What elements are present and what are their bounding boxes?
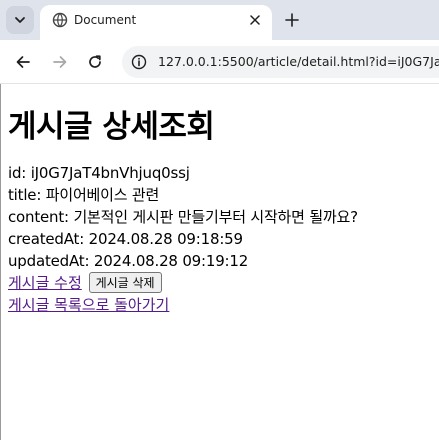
article-fields: id: iJ0G7JaT4bnVhjuq0ssj title: 파이어베이스 관… [8,162,436,272]
field-value: 파이어베이스 관련 [45,186,160,204]
window-edge [0,84,1,440]
back-to-list-link[interactable]: 게시글 목록으로 돌아가기 [8,296,169,314]
globe-icon [52,12,68,28]
field-value: 2024.08.28 09:19:12 [93,252,249,270]
tab-strip: Document [0,0,439,40]
field-value: iJ0G7JaT4bnVhjuq0ssj [30,164,190,182]
address-bar[interactable]: 127.0.0.1:5500/article/detail.html?id=iJ… [122,46,439,78]
tab-title: Document [74,13,137,27]
new-tab-button[interactable] [280,8,304,32]
close-icon[interactable] [246,11,264,29]
field-title: title: 파이어베이스 관련 [8,184,436,206]
field-label: id: [8,164,31,182]
delete-article-button[interactable]: 게시글 삭제 [88,272,162,293]
page-title: 게시글 상세조회 [8,109,215,145]
back-button[interactable] [11,50,35,74]
field-value: 기본적인 게시판 만들기부터 시작하면 될까요? [73,208,358,226]
info-icon[interactable] [128,51,150,73]
browser-tab[interactable]: Document [40,5,272,40]
chevron-down-icon[interactable] [6,6,34,34]
edit-article-link[interactable]: 게시글 수정 [8,274,82,292]
browser-window: Document 127.0.0.1:5500/article/detail.h… [0,0,439,440]
field-created-at: createdAt: 2024.08.28 09:18:59 [8,228,436,250]
back-to-list-row: 게시글 목록으로 돌아가기 [8,294,436,316]
forward-button[interactable] [48,50,72,74]
page-content: 게시글 상세조회 id: iJ0G7JaT4bnVhjuq0ssj title:… [8,84,436,316]
url-text: 127.0.0.1:5500/article/detail.html?id=iJ… [158,54,439,69]
article-actions: 게시글 수정 게시글 삭제 [8,272,436,294]
reload-icon [89,55,101,68]
plus-icon [285,13,299,27]
arrow-left-icon [16,56,30,68]
field-content: content: 기본적인 게시판 만들기부터 시작하면 될까요? [8,206,436,228]
browser-toolbar: 127.0.0.1:5500/article/detail.html?id=iJ… [0,40,439,84]
field-label: updatedAt: [8,252,94,270]
field-id: id: iJ0G7JaT4bnVhjuq0ssj [8,162,436,184]
field-value: 2024.08.28 09:18:59 [88,230,243,248]
field-label: content: [8,208,74,226]
field-updated-at: updatedAt: 2024.08.28 09:19:12 [8,250,436,272]
arrow-right-icon [53,56,67,68]
field-label: createdAt: [8,230,89,248]
reload-button[interactable] [83,50,107,74]
field-label: title: [8,186,46,204]
